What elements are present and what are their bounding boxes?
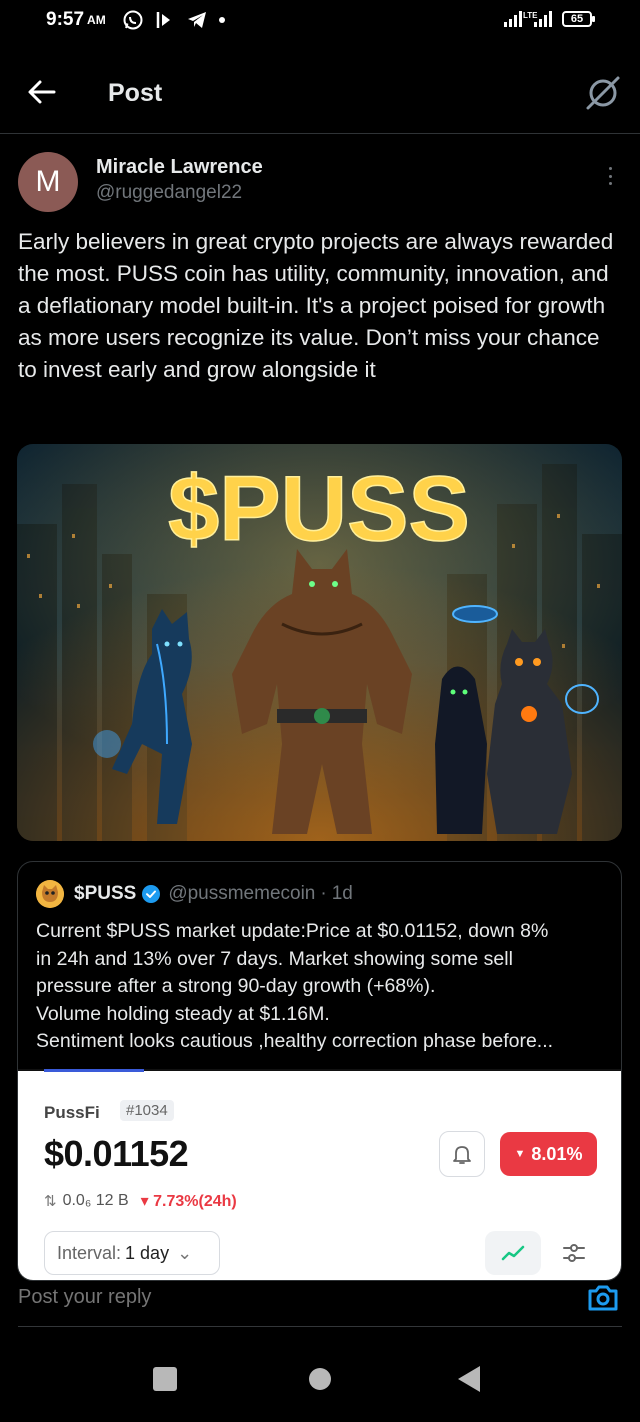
divider — [18, 1326, 622, 1327]
notification-icons — [122, 9, 226, 31]
telegram-icon — [187, 12, 206, 28]
separator-dot: · — [320, 883, 327, 904]
drone-left — [452, 605, 498, 623]
quoted-text-line: pressure after a strong 90-day growth (+… — [36, 975, 436, 997]
battery-level: 65 — [570, 13, 584, 25]
avatar[interactable]: M — [18, 152, 78, 212]
reply-bar — [0, 1258, 640, 1328]
swap-arrows-icon: ⇅ — [44, 1193, 57, 1210]
page-title: Post — [108, 79, 163, 107]
status-time: 9:57 — [46, 9, 85, 30]
post-image[interactable]: $PUSS — [17, 444, 622, 841]
signal-icon: LTE — [504, 11, 552, 27]
whatsapp-icon — [123, 10, 143, 30]
avatar-initial: M — [35, 165, 61, 198]
volume-value: 0.0₆ 12 B — [62, 1192, 129, 1209]
token-price: $0.01152 — [44, 1133, 189, 1174]
quoted-text-line: in 24h and 13% over 7 days. Market showi… — [36, 947, 513, 970]
change-badge: ▼ 8.01% — [500, 1132, 597, 1176]
app-notification-icon — [156, 12, 170, 28]
more-options-icon[interactable] — [600, 164, 620, 188]
tab-indicator — [44, 1069, 144, 1072]
change-badge-value: 8.01% — [531, 1143, 583, 1164]
volume-row: ⇅ 0.0₆ 12 B ▾ 7.73%(24h) — [44, 1191, 237, 1211]
camera-icon[interactable] — [586, 1282, 620, 1314]
home-button[interactable] — [309, 1368, 331, 1390]
quoted-author-handle[interactable]: @pussmemecoin — [168, 883, 315, 905]
back-arrow-icon[interactable] — [26, 78, 58, 106]
quoted-text-line: Sentiment looks cautious ,healthy correc… — [36, 1030, 554, 1052]
quoted-post-time: 1d — [331, 883, 353, 904]
quoted-post-text: Current $PUSS market update:Price at $0.… — [36, 918, 606, 1056]
grok-icon[interactable] — [584, 74, 622, 112]
author-name[interactable]: Miracle Lawrence — [96, 156, 263, 179]
battery-icon: 65 — [562, 11, 595, 27]
back-button[interactable] — [458, 1366, 480, 1392]
dot-icon — [218, 17, 225, 23]
quoted-post-header: $PUSS @pussmemecoin · 1d — [36, 880, 353, 908]
token-name: PussFi — [44, 1103, 100, 1122]
quoted-avatar[interactable] — [36, 880, 64, 908]
puss-artwork: $PUSS — [17, 444, 622, 841]
change-24h: ▾ 7.73%(24h) — [140, 1193, 237, 1210]
down-triangle-icon: ▼ — [514, 1148, 526, 1160]
artwork-title: $PUSS — [168, 458, 470, 560]
bell-icon — [453, 1146, 471, 1164]
system-status: LTE 65 — [504, 9, 595, 29]
quoted-text-line: Volume holding steady at $1.16M. — [36, 1002, 330, 1025]
recent-apps-button[interactable] — [153, 1367, 177, 1391]
reply-input[interactable] — [18, 1286, 538, 1309]
status-ampm: AM — [87, 13, 106, 27]
system-nav-bar — [0, 1330, 640, 1422]
token-rank: #1034 — [120, 1100, 174, 1121]
post-text: Early believers in great crypto projects… — [18, 229, 614, 382]
quoted-post[interactable]: $PUSS @pussmemecoin · 1d Current $PUSS m… — [17, 861, 622, 1281]
quoted-text-line: Current $PUSS market update:Price at $0.… — [36, 920, 549, 942]
top-bar: Post — [0, 50, 640, 134]
svg-text:LTE: LTE — [523, 11, 538, 20]
verified-badge-icon — [142, 885, 161, 903]
status-bar: 9:57 AM LTE 65 — [0, 0, 640, 40]
quoted-screenshot[interactable]: PussFi #1034 $0.01152 ▼ 8.01% ⇅ 0.0₆ 12 B… — [18, 1069, 621, 1280]
alert-button — [439, 1131, 485, 1177]
author-handle[interactable]: @ruggedangel22 — [96, 182, 242, 204]
quoted-author-name[interactable]: $PUSS — [74, 883, 136, 905]
cat-logo-icon — [36, 880, 64, 908]
